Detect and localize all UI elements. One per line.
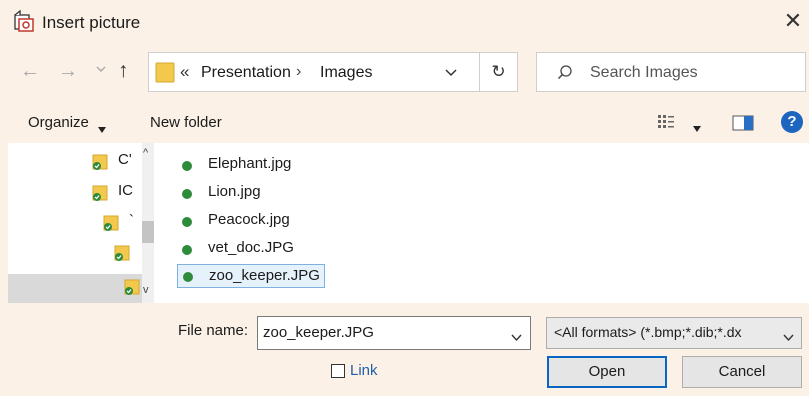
window-title: Insert picture — [42, 13, 141, 32]
file-name: Elephant.jpg — [208, 155, 292, 172]
list-item[interactable]: Peacock.jpg — [178, 209, 338, 233]
organize-button[interactable]: Organize — [28, 114, 89, 131]
link-checkbox-label[interactable]: Link — [350, 362, 378, 379]
folder-icon — [92, 153, 110, 171]
sync-status-icon — [182, 217, 192, 227]
refresh-button[interactable]: ↻ — [480, 52, 518, 92]
sync-status-icon — [183, 272, 193, 282]
recent-locations-button[interactable] — [95, 62, 107, 76]
list-item[interactable]: vet_doc.JPG — [178, 237, 338, 261]
sync-status-icon — [182, 189, 192, 199]
chevron-down-icon — [783, 329, 794, 342]
list-item[interactable]: Elephant.jpg — [178, 153, 338, 177]
new-folder-button[interactable]: New folder — [150, 114, 222, 131]
address-dropdown-button[interactable] — [445, 65, 457, 77]
navigation-pane[interactable]: C' IC ` ^ v — [8, 143, 154, 303]
list-item[interactable]: Lion.jpg — [178, 181, 338, 205]
file-name: zoo_keeper.JPG — [209, 267, 320, 284]
search-input[interactable]: Search Images — [536, 52, 806, 92]
open-button[interactable]: Open — [547, 356, 667, 388]
scroll-up-button[interactable]: ^ — [143, 147, 148, 159]
file-name: vet_doc.JPG — [208, 239, 294, 256]
up-folder-button[interactable]: ↑ — [118, 59, 129, 83]
tree-item-label[interactable]: ` — [129, 212, 134, 229]
close-button[interactable]: ✕ — [777, 6, 809, 36]
folder-icon — [155, 61, 175, 83]
tree-item-label[interactable]: IC — [118, 182, 133, 199]
tree-item-label[interactable]: C' — [118, 151, 132, 168]
back-button[interactable]: ← — [20, 60, 40, 83]
file-name: Peacock.jpg — [208, 211, 290, 228]
chevron-down-icon — [96, 66, 106, 72]
sync-status-icon — [182, 245, 192, 255]
insert-picture-icon — [12, 9, 36, 33]
breadcrumb-separator[interactable]: › — [296, 63, 301, 81]
link-checkbox[interactable] — [331, 364, 345, 378]
folder-icon — [124, 278, 142, 296]
organize-caret-icon[interactable] — [97, 121, 107, 133]
tree-selected-row[interactable] — [8, 274, 142, 303]
tree-scrollbar[interactable]: ^ v — [142, 143, 154, 303]
folder-icon — [114, 244, 132, 262]
folder-icon — [103, 214, 121, 232]
chevron-down-icon[interactable] — [511, 329, 522, 342]
scroll-down-button[interactable]: v — [143, 284, 149, 296]
file-name-value[interactable]: zoo_keeper.JPG — [263, 324, 374, 341]
file-name-label: File name: — [178, 322, 249, 339]
file-list[interactable]: Elephant.jpg Lion.jpg Peacock.jpg vet_do… — [154, 143, 809, 303]
forward-button[interactable]: → — [58, 60, 78, 83]
search-icon — [557, 64, 573, 80]
preview-pane-icon[interactable] — [732, 115, 754, 131]
breadcrumb-presentation[interactable]: Presentation — [201, 64, 291, 82]
folder-icon — [92, 184, 110, 202]
address-bar[interactable]: « Presentation › Images — [148, 52, 480, 92]
file-type-select[interactable]: <All formats> (*.bmp;*.dib;*.dx — [546, 317, 802, 349]
chevron-down-icon — [445, 69, 457, 77]
search-placeholder: Search Images — [590, 64, 698, 81]
view-menu-icon[interactable] — [656, 113, 676, 131]
breadcrumb-images[interactable]: Images — [320, 64, 372, 82]
file-name-field[interactable]: zoo_keeper.JPG — [257, 316, 531, 350]
view-options-caret-icon[interactable] — [692, 120, 702, 132]
list-item-selected[interactable]: zoo_keeper.JPG — [177, 264, 325, 288]
file-type-value: <All formats> (*.bmp;*.dib;*.dx — [554, 324, 742, 340]
help-icon[interactable]: ? — [781, 111, 803, 133]
overflow-indicator[interactable]: « — [180, 62, 189, 82]
file-name: Lion.jpg — [208, 183, 261, 200]
sync-status-icon — [182, 161, 192, 171]
cancel-button[interactable]: Cancel — [682, 356, 802, 388]
scroll-thumb[interactable] — [142, 221, 154, 243]
